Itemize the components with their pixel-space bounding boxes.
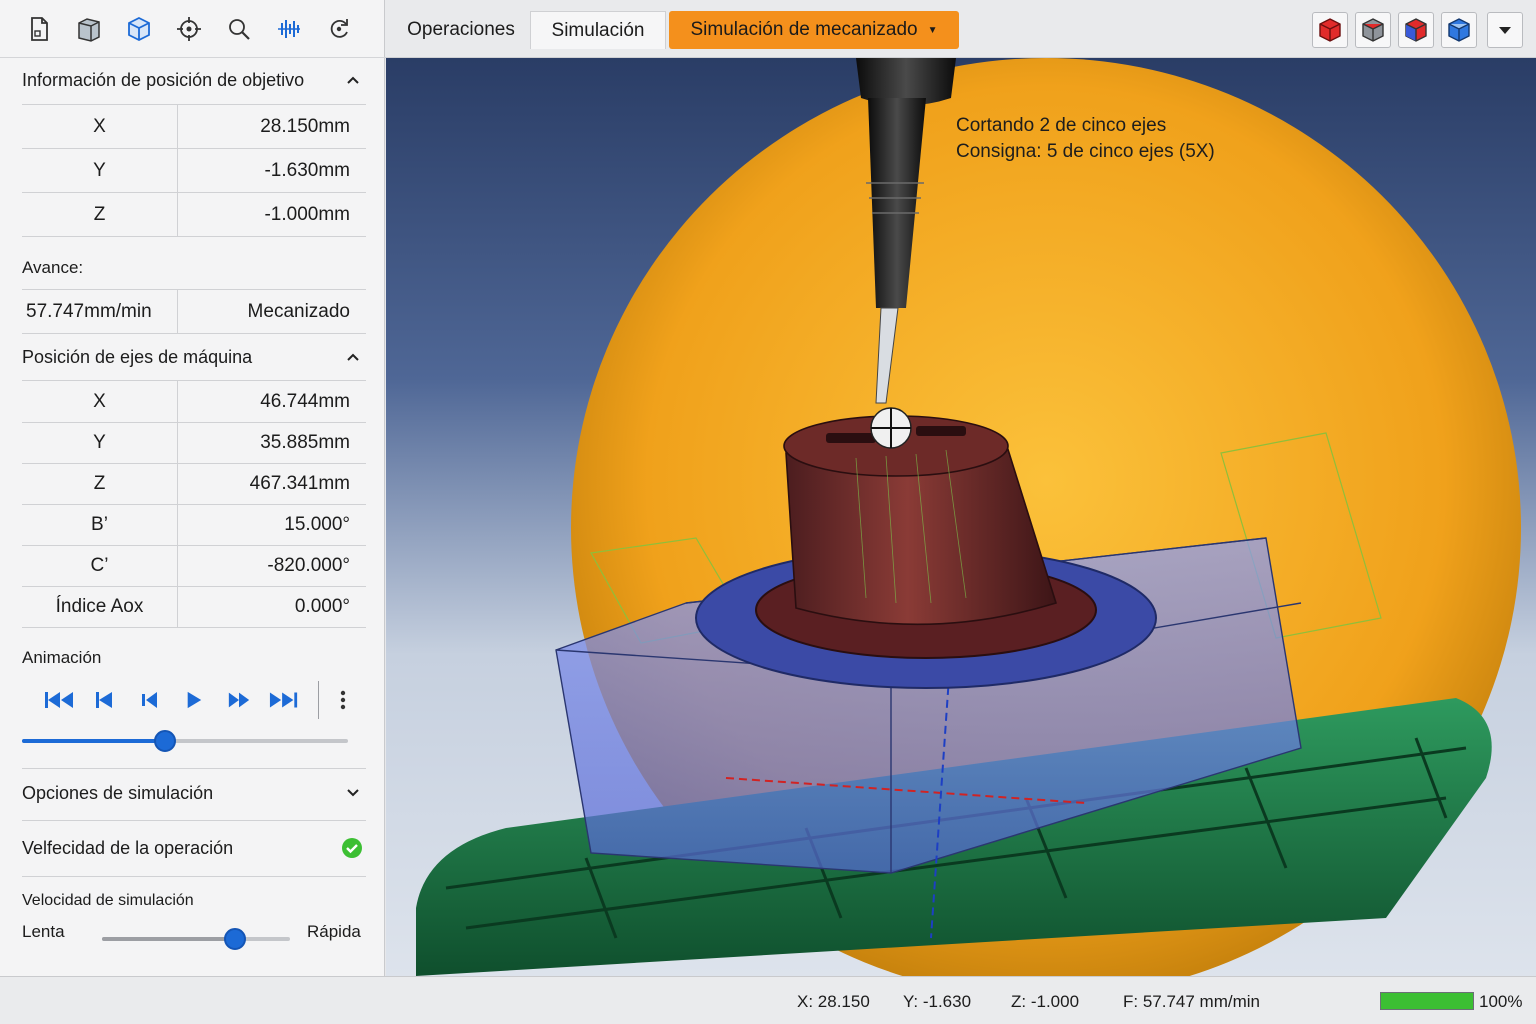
divider [22, 820, 366, 821]
axis-value: 0.000° [294, 596, 350, 617]
target-position-title: Información de posición de objetivo [22, 69, 305, 90]
feed-mode: Mecanizado [247, 300, 350, 322]
axis-label: Z [22, 464, 178, 504]
red-cube-view-icon[interactable] [1312, 12, 1348, 48]
tab-operations[interactable]: Operaciones [391, 11, 531, 49]
axis-label: Z [22, 193, 178, 236]
chevron-up-icon[interactable] [345, 349, 361, 365]
feed-value: 57.747mm/min [22, 290, 178, 333]
tab-machining-label: Simulación de mecanizado [690, 19, 918, 40]
simulation-viewport[interactable]: Cortando 2 de cinco ejes Consigna: 5 de … [386, 58, 1536, 976]
status-feed: F: 57.747 mm/min [1123, 992, 1260, 1011]
axis-label: X [22, 105, 178, 148]
animation-label: Animación [22, 648, 102, 667]
operation-speed-label: Velfecidad de la operación [22, 837, 234, 858]
sim-speed-slow: Lenta [22, 922, 65, 941]
machine-axes-header[interactable]: Posición de ejes de máquina [22, 337, 367, 377]
gray-red-cube-view-icon[interactable] [1355, 12, 1391, 48]
status-overlay-line2: Consigna: 5 de cinco ejes (5X) [956, 141, 1215, 162]
feed-row: 57.747mm/min Mecanizado [22, 290, 366, 334]
axis-value: 46.744mm [260, 390, 350, 412]
play-icon[interactable] [171, 682, 216, 718]
axis-value: 15.000° [284, 514, 350, 535]
tab-simulation[interactable]: Simulación [530, 11, 666, 49]
slider-fill [102, 937, 236, 941]
sim-speed-slider[interactable] [102, 928, 290, 950]
rewind-icon[interactable] [126, 682, 171, 718]
sim-speed-label: Velocidad de simulación [22, 892, 194, 909]
chevron-up-icon[interactable] [345, 72, 361, 88]
machine-scene [416, 58, 1521, 976]
machine-axes-title: Posición de ejes de máquina [22, 346, 253, 367]
machine-row-c: C’ -820.000° [22, 546, 366, 587]
left-panel: Información de posición de objetivo X 28… [0, 0, 385, 976]
stock-icon[interactable] [64, 7, 114, 51]
machine-row-b: B’ 15.000° [22, 505, 366, 546]
chevron-down-icon[interactable] [345, 785, 361, 801]
animation-controls [36, 680, 366, 720]
axis-label: B’ [22, 505, 178, 545]
axis-value: -1.630mm [264, 159, 350, 181]
divider [22, 768, 366, 769]
target-row-x: X 28.150mm [22, 105, 366, 149]
status-z: Z: -1.000 [1011, 992, 1080, 1011]
status-x: X: 28.150 [797, 992, 870, 1011]
status-overlay-line1: Cortando 2 de cinco ejes [956, 115, 1167, 136]
axis-value: -1.000mm [264, 203, 350, 225]
axis-label: C’ [22, 546, 178, 586]
skip-to-end-icon[interactable] [261, 682, 306, 718]
axis-value: 28.150mm [260, 115, 350, 137]
more-options-icon[interactable] [331, 682, 355, 718]
fast-forward-icon[interactable] [216, 682, 261, 718]
slider-fill [22, 739, 166, 743]
axis-label: Índice Aox [22, 587, 178, 627]
caret-down-icon: ▼ [927, 24, 938, 36]
axis-value: 35.885mm [260, 432, 350, 453]
animation-slider[interactable] [22, 730, 348, 752]
axis-label: Y [22, 149, 178, 192]
waveform-icon[interactable] [264, 7, 314, 51]
refresh-icon[interactable] [314, 7, 364, 51]
divider [22, 876, 366, 877]
axis-label: X [22, 381, 178, 422]
view-menu-dropdown[interactable] [1487, 12, 1523, 48]
target-icon[interactable] [164, 7, 214, 51]
target-row-y: Y -1.630mm [22, 149, 366, 193]
skip-to-start-icon[interactable] [36, 682, 81, 718]
machine-row-z: Z 467.341mm [22, 464, 366, 505]
progress-label: 100% [1479, 992, 1523, 1011]
new-file-icon[interactable] [14, 7, 64, 51]
progress-fill [1381, 993, 1473, 1009]
progress-bar [1380, 992, 1474, 1010]
cube-view-icon[interactable] [114, 7, 164, 51]
sim-options-header[interactable]: Opciones de simulación [22, 773, 367, 813]
machine-row-index: Índice Aox 0.000° [22, 587, 366, 628]
target-row-z: Z -1.000mm [22, 193, 366, 237]
status-y: Y: -1.630 [903, 992, 972, 1011]
axis-value: -820.000° [267, 555, 350, 576]
target-position-header[interactable]: Información de posición de objetivo [22, 60, 367, 100]
toolbar [0, 0, 385, 58]
axis-value: 467.341mm [249, 473, 350, 494]
slider-thumb[interactable] [224, 928, 247, 950]
sim-options-title: Opciones de simulación [22, 782, 214, 803]
check-circle-icon [341, 837, 363, 859]
red-blue-cube-view-icon[interactable] [1398, 12, 1434, 48]
blue-cube-view-icon[interactable] [1441, 12, 1477, 48]
tab-bar: Operaciones Simulación Simulación de mec… [385, 0, 1536, 58]
machine-row-x: X 46.744mm [22, 381, 366, 423]
chevron-down-icon [1499, 27, 1511, 34]
machine-row-y: Y 35.885mm [22, 423, 366, 464]
separator [318, 681, 319, 719]
sim-speed-fast: Rápida [307, 922, 361, 941]
axis-label: Y [22, 423, 178, 463]
status-bar: X: 28.150 Y: -1.630 Z: -1.000 F: 57.747 … [0, 976, 1536, 1024]
step-back-icon[interactable] [81, 682, 126, 718]
feed-label: Avance: [22, 258, 84, 277]
zoom-icon[interactable] [214, 7, 264, 51]
slider-thumb[interactable] [154, 730, 177, 752]
tab-machining-simulation[interactable]: Simulación de mecanizado ▼ [669, 11, 959, 49]
operation-speed-row[interactable]: Velfecidad de la operación [22, 828, 367, 868]
